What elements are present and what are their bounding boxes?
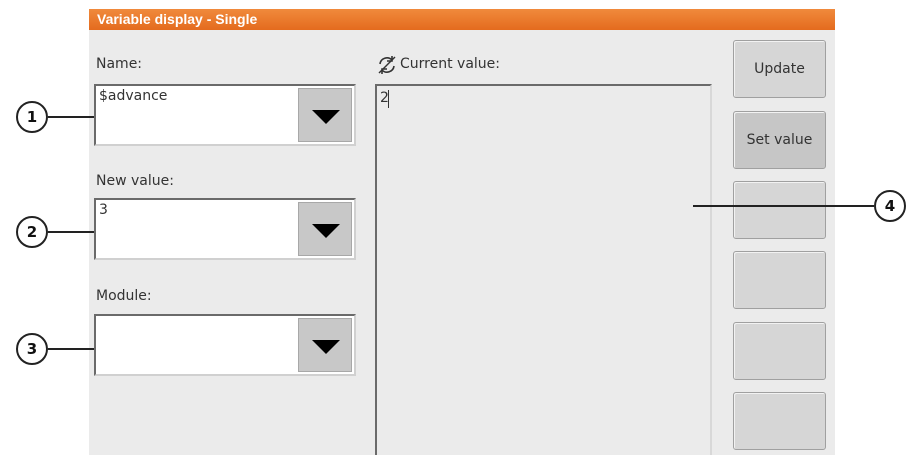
callout-3-line — [48, 348, 94, 350]
name-combobox[interactable]: $advance — [94, 84, 356, 146]
empty-button-3[interactable] — [733, 322, 826, 380]
callout-4: 4 — [874, 190, 906, 222]
new-value-label: New value: — [96, 173, 174, 189]
callout-1-line — [48, 116, 94, 118]
callout-3: 3 — [16, 333, 48, 365]
chevron-down-icon — [312, 110, 340, 124]
name-dropdown-button[interactable] — [298, 88, 352, 142]
empty-button-1[interactable] — [733, 181, 826, 239]
title-bar: Variable display - Single — [89, 9, 835, 30]
text-caret — [388, 90, 389, 108]
empty-button-2[interactable] — [733, 251, 826, 309]
chevron-down-icon — [312, 224, 340, 238]
empty-button-4[interactable] — [733, 392, 826, 450]
callout-1: 1 — [16, 101, 48, 133]
new-value-dropdown-button[interactable] — [298, 202, 352, 256]
new-value-input[interactable]: 3 — [99, 202, 108, 218]
set-value-button[interactable]: Set value — [733, 111, 826, 169]
chevron-down-icon — [312, 340, 340, 354]
module-combobox[interactable] — [94, 314, 356, 376]
callout-2-line — [48, 231, 94, 233]
update-button[interactable]: Update — [733, 40, 826, 98]
callout-4-line — [693, 205, 874, 207]
new-value-combobox[interactable]: 3 — [94, 198, 356, 260]
callout-2: 2 — [16, 216, 48, 248]
window-title: Variable display - Single — [97, 11, 258, 27]
refresh-icon — [378, 56, 396, 74]
module-dropdown-button[interactable] — [298, 318, 352, 372]
name-label: Name: — [96, 56, 143, 72]
name-value[interactable]: $advance — [99, 88, 167, 104]
current-value-label: Current value: — [400, 56, 500, 72]
module-label: Module: — [96, 288, 152, 304]
current-value-box[interactable]: 2 — [375, 84, 712, 455]
